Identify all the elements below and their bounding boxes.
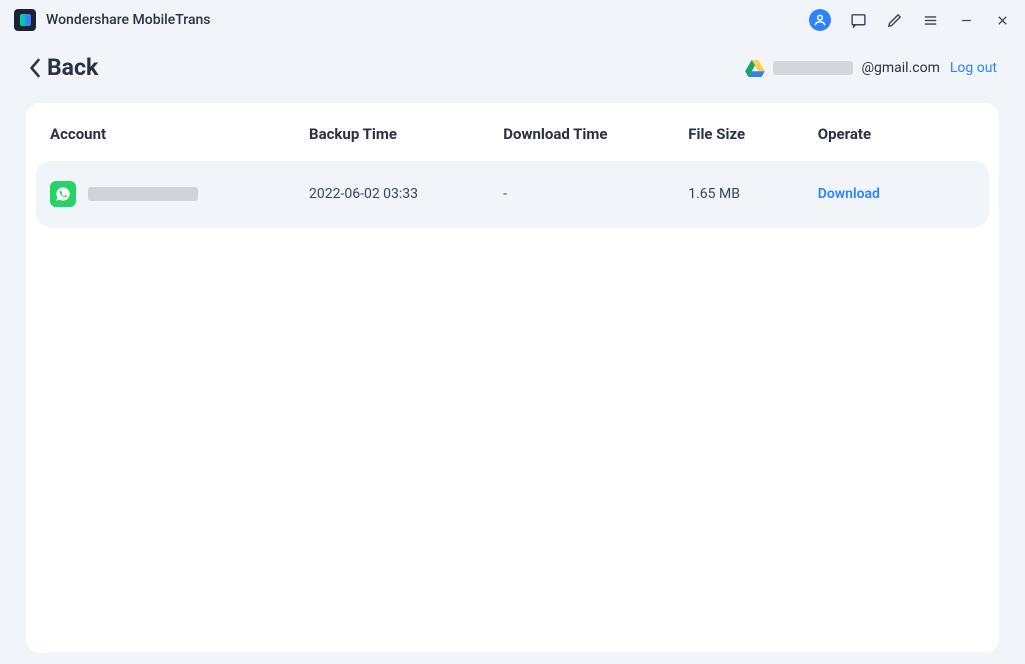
table-row[interactable]: 2022-06-02 03:33 - 1.65 MB Download bbox=[36, 161, 989, 227]
back-label: Back bbox=[47, 54, 98, 81]
back-button[interactable]: Back bbox=[28, 54, 98, 81]
menu-icon[interactable] bbox=[921, 11, 939, 29]
edit-icon[interactable] bbox=[885, 11, 903, 29]
header-account: Account bbox=[50, 125, 309, 143]
titlebar: Wondershare MobileTrans bbox=[0, 0, 1025, 40]
account-name-redacted bbox=[88, 187, 198, 201]
titlebar-right bbox=[809, 9, 1011, 31]
account-username-redacted bbox=[773, 61, 853, 75]
header-backup-time: Backup Time bbox=[309, 125, 503, 143]
titlebar-left: Wondershare MobileTrans bbox=[14, 9, 211, 31]
cell-account bbox=[50, 181, 309, 207]
cell-operate: Download bbox=[818, 186, 975, 202]
header-download-time: Download Time bbox=[503, 125, 688, 143]
cell-file-size: 1.65 MB bbox=[688, 186, 818, 202]
header-file-size: File Size bbox=[688, 125, 818, 143]
chevron-left-icon bbox=[28, 58, 41, 78]
user-account-icon[interactable] bbox=[809, 9, 831, 31]
google-drive-icon bbox=[745, 59, 765, 77]
table-header: Account Backup Time Download Time File S… bbox=[26, 103, 999, 161]
header-operate: Operate bbox=[818, 125, 975, 143]
account-bar: @gmail.com Log out bbox=[745, 59, 997, 77]
app-title: Wondershare MobileTrans bbox=[46, 12, 211, 28]
download-action[interactable]: Download bbox=[818, 186, 880, 202]
logout-link[interactable]: Log out bbox=[950, 60, 997, 76]
page-header: Back @gmail.com Log out bbox=[0, 40, 1025, 95]
app-icon bbox=[14, 9, 36, 31]
minimize-button[interactable] bbox=[957, 11, 975, 29]
cell-download-time: - bbox=[503, 186, 688, 202]
feedback-icon[interactable] bbox=[849, 11, 867, 29]
content-card: Account Backup Time Download Time File S… bbox=[26, 103, 999, 653]
whatsapp-icon bbox=[50, 181, 76, 207]
account-email-suffix: @gmail.com bbox=[861, 60, 939, 76]
cell-backup-time: 2022-06-02 03:33 bbox=[309, 186, 503, 202]
close-button[interactable] bbox=[993, 11, 1011, 29]
